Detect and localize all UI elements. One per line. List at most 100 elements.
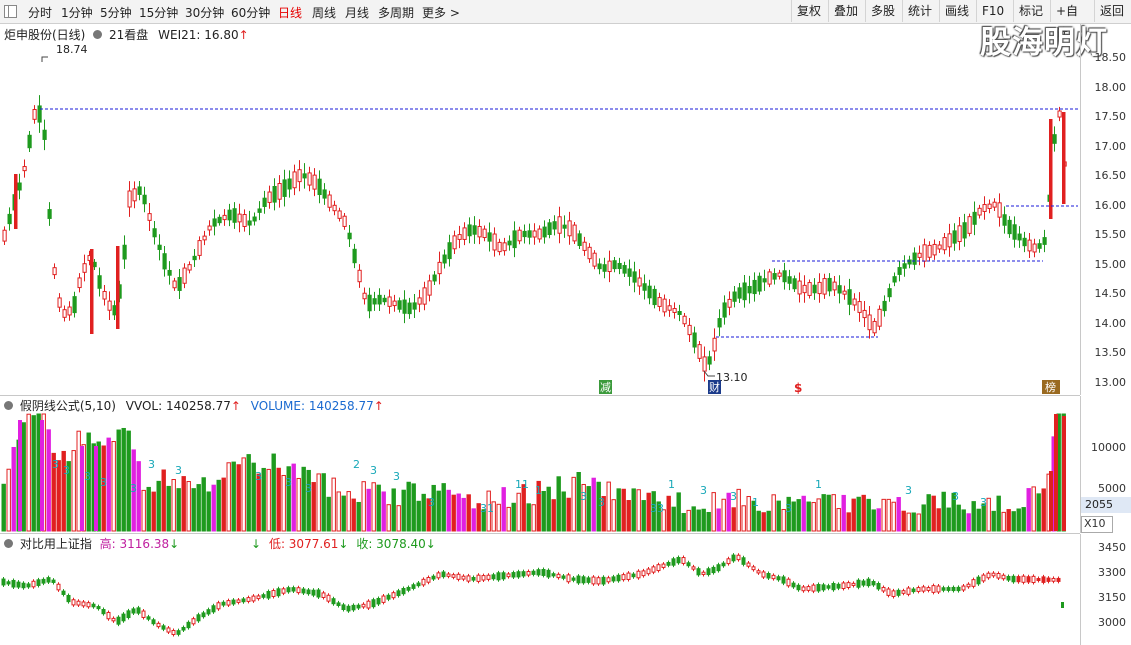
candle-body xyxy=(772,273,777,280)
volume-bar xyxy=(306,469,311,532)
index-body xyxy=(276,588,281,597)
more-periods-button[interactable]: 更多 > xyxy=(422,4,460,21)
panel-toggle-icon[interactable] xyxy=(4,5,17,18)
index-body xyxy=(491,574,496,580)
period-tab[interactable]: 15分钟 xyxy=(139,4,178,21)
candle-body xyxy=(982,204,987,212)
highlight-candle xyxy=(14,174,18,229)
index-body xyxy=(516,571,521,578)
candle-body xyxy=(1042,237,1047,245)
period-tab[interactable]: 30分钟 xyxy=(185,4,224,21)
period-tab[interactable]: 分时 xyxy=(28,4,52,21)
candle-body xyxy=(392,300,397,307)
index-last-candle xyxy=(1061,602,1064,608)
candle-body xyxy=(797,280,802,295)
candle-body xyxy=(437,261,442,275)
index-body xyxy=(811,584,816,592)
candle-body xyxy=(337,210,342,219)
candle-body xyxy=(317,178,322,196)
index-body xyxy=(466,575,471,582)
candle-body xyxy=(467,224,472,237)
dividend-badge[interactable]: $ xyxy=(794,381,802,395)
volume-bar xyxy=(631,488,636,532)
volume-bar xyxy=(246,454,251,532)
period-tab[interactable]: 多周期 xyxy=(378,4,414,21)
index-body xyxy=(836,583,841,589)
multi-stock-button[interactable]: 多股 xyxy=(865,0,902,22)
candle-body xyxy=(207,225,212,231)
period-tab[interactable]: 周线 xyxy=(312,4,336,21)
volume-marker: 3 xyxy=(130,482,137,495)
volume-bar xyxy=(876,508,881,532)
candle-body xyxy=(887,288,892,298)
volume-bar xyxy=(501,487,506,532)
index-body xyxy=(676,556,681,564)
index-body xyxy=(756,570,761,574)
period-tab[interactable]: 1分钟 xyxy=(61,4,93,21)
draw-line-button[interactable]: 画线 xyxy=(939,0,976,22)
candle-body xyxy=(577,233,582,246)
period-tab-active[interactable]: 日线 xyxy=(278,4,302,21)
volume-bar xyxy=(11,446,16,532)
index-body xyxy=(641,570,646,577)
fuquan-button[interactable]: 复权 xyxy=(791,0,828,22)
candle-body xyxy=(747,285,752,294)
highlight-candle xyxy=(1062,112,1066,204)
index-body xyxy=(1041,576,1046,583)
candle-body xyxy=(237,213,242,223)
index-body xyxy=(206,609,211,615)
index-body xyxy=(61,590,66,595)
index-body xyxy=(421,578,426,586)
index-body xyxy=(211,605,216,613)
index-body xyxy=(506,573,511,578)
volume-bar xyxy=(791,501,796,532)
volume-bar xyxy=(471,508,476,532)
index-body xyxy=(571,577,576,581)
volume-bar xyxy=(771,494,776,532)
candle-body xyxy=(277,183,282,200)
candle-body xyxy=(872,320,877,334)
index-body xyxy=(1031,575,1036,584)
volume-bar xyxy=(741,505,746,532)
index-body xyxy=(386,594,391,600)
candle-body xyxy=(62,309,67,318)
volume-bar xyxy=(806,501,811,532)
candle-body xyxy=(932,243,937,256)
period-tab[interactable]: 5分钟 xyxy=(100,4,132,21)
volume-bar xyxy=(311,482,316,532)
candle-body xyxy=(947,233,952,248)
period-tab[interactable]: 60分钟 xyxy=(231,4,270,21)
volume-bar xyxy=(616,488,621,532)
price-tick: 18.50 xyxy=(1094,51,1127,64)
volume-bar xyxy=(136,461,141,532)
candle-body xyxy=(962,222,967,239)
volume-bar xyxy=(931,495,936,532)
index-body xyxy=(16,581,21,588)
volume-bar xyxy=(886,498,891,532)
volume-bar xyxy=(181,476,186,532)
index-body xyxy=(321,592,326,598)
candle-body xyxy=(677,310,682,316)
period-tab[interactable]: 月线 xyxy=(345,4,369,21)
volume-bar xyxy=(866,498,871,532)
statistics-button[interactable]: 统计 xyxy=(902,0,939,22)
index-body xyxy=(1016,576,1021,583)
volume-bar xyxy=(986,497,991,532)
candle-body xyxy=(622,265,627,274)
index-body xyxy=(651,566,656,573)
index-body xyxy=(521,571,526,577)
index-body xyxy=(761,571,766,578)
index-body xyxy=(101,609,106,615)
volume-bar xyxy=(911,512,916,532)
overlay-button[interactable]: 叠加 xyxy=(828,0,865,22)
candle-body xyxy=(517,229,522,242)
volume-bar xyxy=(456,493,461,532)
index-body xyxy=(686,562,691,567)
volume-bar xyxy=(266,468,271,532)
index-body xyxy=(751,566,756,571)
index-body xyxy=(721,562,726,567)
index-tick: 3000 xyxy=(1098,616,1126,629)
candle-body xyxy=(112,305,117,316)
volume-bar xyxy=(381,491,386,532)
high-marker: 18.74 xyxy=(56,43,88,56)
